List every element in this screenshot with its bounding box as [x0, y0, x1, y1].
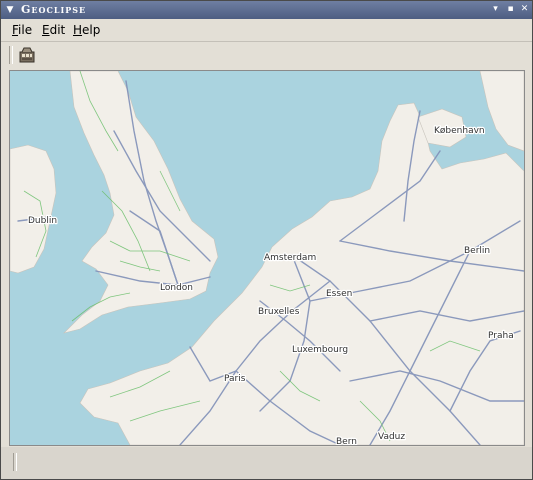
- menu-edit-mnemonic: E: [42, 23, 50, 37]
- city-label-dublin: Dublin: [28, 216, 57, 226]
- menu-bar: File Edit Help: [1, 19, 532, 42]
- maximize-icon[interactable]: ▪: [505, 4, 516, 15]
- window-title: Geoclipse: [21, 3, 87, 16]
- city-label-praha: Praha: [488, 331, 514, 341]
- menu-file-label: ile: [18, 23, 33, 37]
- city-label-berlin: Berlin: [464, 246, 490, 256]
- menu-file[interactable]: File: [12, 23, 32, 37]
- map-canvas[interactable]: Dublin London Amsterdam Essen Bruxelles …: [10, 71, 524, 445]
- window-menu-arrow-icon[interactable]: ▼: [4, 4, 16, 16]
- map-layers-icon: [19, 47, 35, 63]
- map-layers-button[interactable]: [17, 45, 37, 65]
- statusbar-grip: [13, 453, 17, 471]
- city-label-amsterdam: Amsterdam: [264, 253, 316, 263]
- city-label-bruxelles: Bruxelles: [258, 307, 300, 317]
- menu-help-label: elp: [82, 23, 101, 37]
- city-label-essen: Essen: [326, 289, 352, 299]
- map-view[interactable]: Dublin London Amsterdam Essen Bruxelles …: [9, 70, 525, 446]
- city-label-kobenhavn: København: [434, 126, 485, 136]
- minimize-icon[interactable]: ▾: [490, 4, 501, 15]
- geoclipse-window: ▼ Geoclipse ▾ ▪ ✕ File Edit Help Dublin …: [0, 0, 533, 480]
- toolbar: [1, 42, 532, 68]
- menu-help-mnemonic: H: [73, 23, 83, 37]
- menu-edit[interactable]: Edit: [42, 23, 65, 37]
- city-label-luxembourg: Luxembourg: [292, 345, 348, 355]
- menu-help[interactable]: Help: [73, 23, 100, 37]
- city-label-london: London: [160, 283, 193, 293]
- toolbar-grip[interactable]: [9, 46, 13, 64]
- title-bar[interactable]: ▼ Geoclipse ▾ ▪ ✕: [1, 1, 532, 19]
- city-label-bern: Bern: [336, 437, 357, 445]
- menu-edit-label: dit: [49, 23, 66, 37]
- close-icon[interactable]: ✕: [519, 4, 530, 15]
- city-label-vaduz: Vaduz: [378, 432, 405, 442]
- status-bar: [1, 447, 532, 479]
- city-label-paris: Paris: [224, 374, 246, 384]
